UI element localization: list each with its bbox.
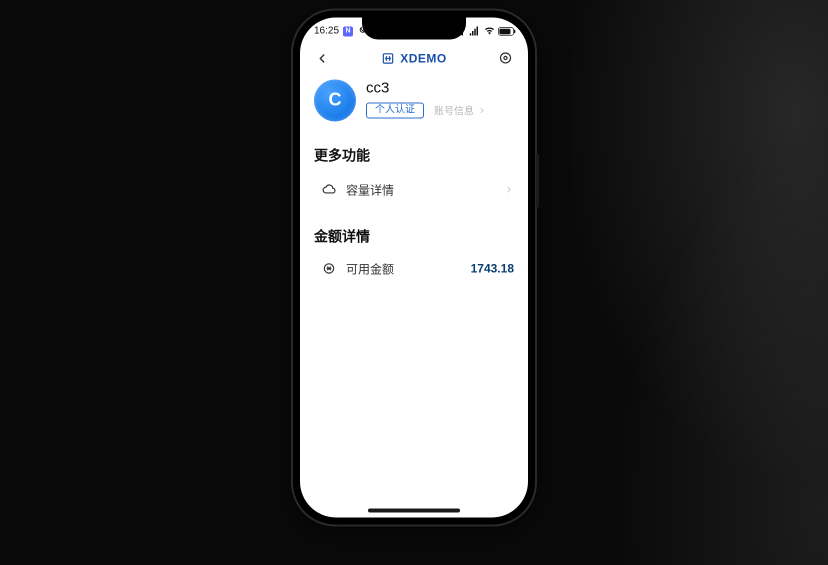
avatar[interactable]: C <box>314 79 356 121</box>
chips-row: 个人认证 账号信息 <box>366 102 486 118</box>
chevron-left-icon <box>315 51 329 65</box>
cloud-icon <box>322 182 336 196</box>
device-notch <box>362 17 466 39</box>
account-info-link[interactable]: 账号信息 <box>434 102 486 117</box>
profile-section: C cc3 个人认证 账号信息 <box>300 75 528 127</box>
app-header: XDEMO <box>300 41 528 75</box>
brand-logo-icon <box>381 51 395 65</box>
app-badge-icon: N <box>343 26 353 36</box>
available-amount-row[interactable]: 可用金额 1743.18 <box>300 252 528 287</box>
amount-section-title: 金额详情 <box>300 208 528 252</box>
username: cc3 <box>366 79 486 96</box>
chevron-right-icon <box>478 106 486 114</box>
capacity-label: 容量详情 <box>346 181 394 198</box>
settings-icon <box>498 50 513 65</box>
available-value: 1743.18 <box>471 261 514 275</box>
available-label: 可用金额 <box>346 260 394 277</box>
chevron-right-icon <box>504 184 514 194</box>
amount-row-left: 可用金额 <box>322 260 394 277</box>
account-info-label: 账号信息 <box>434 102 474 117</box>
screen: 16:25 N ⋯ XDEMO <box>300 17 528 517</box>
profile-main: cc3 个人认证 账号信息 <box>366 79 486 118</box>
phone-frame: 16:25 N ⋯ XDEMO <box>291 8 537 526</box>
more-section-title: 更多功能 <box>300 127 528 171</box>
coin-icon <box>322 261 336 275</box>
capacity-row-left: 容量详情 <box>322 181 394 198</box>
back-button[interactable] <box>312 48 332 68</box>
home-indicator[interactable] <box>368 508 460 512</box>
battery-icon <box>498 26 516 36</box>
status-time: 16:25 <box>314 25 339 36</box>
capacity-row[interactable]: 容量详情 <box>300 171 528 208</box>
personal-auth-chip[interactable]: 个人认证 <box>366 102 424 118</box>
wifi-icon <box>484 26 495 35</box>
brand: XDEMO <box>381 51 447 65</box>
brand-name: XDEMO <box>400 51 447 65</box>
status-left: 16:25 N <box>314 25 366 36</box>
settings-button[interactable] <box>496 48 516 68</box>
signal-icon-2 <box>469 26 481 35</box>
power-button <box>536 153 539 207</box>
